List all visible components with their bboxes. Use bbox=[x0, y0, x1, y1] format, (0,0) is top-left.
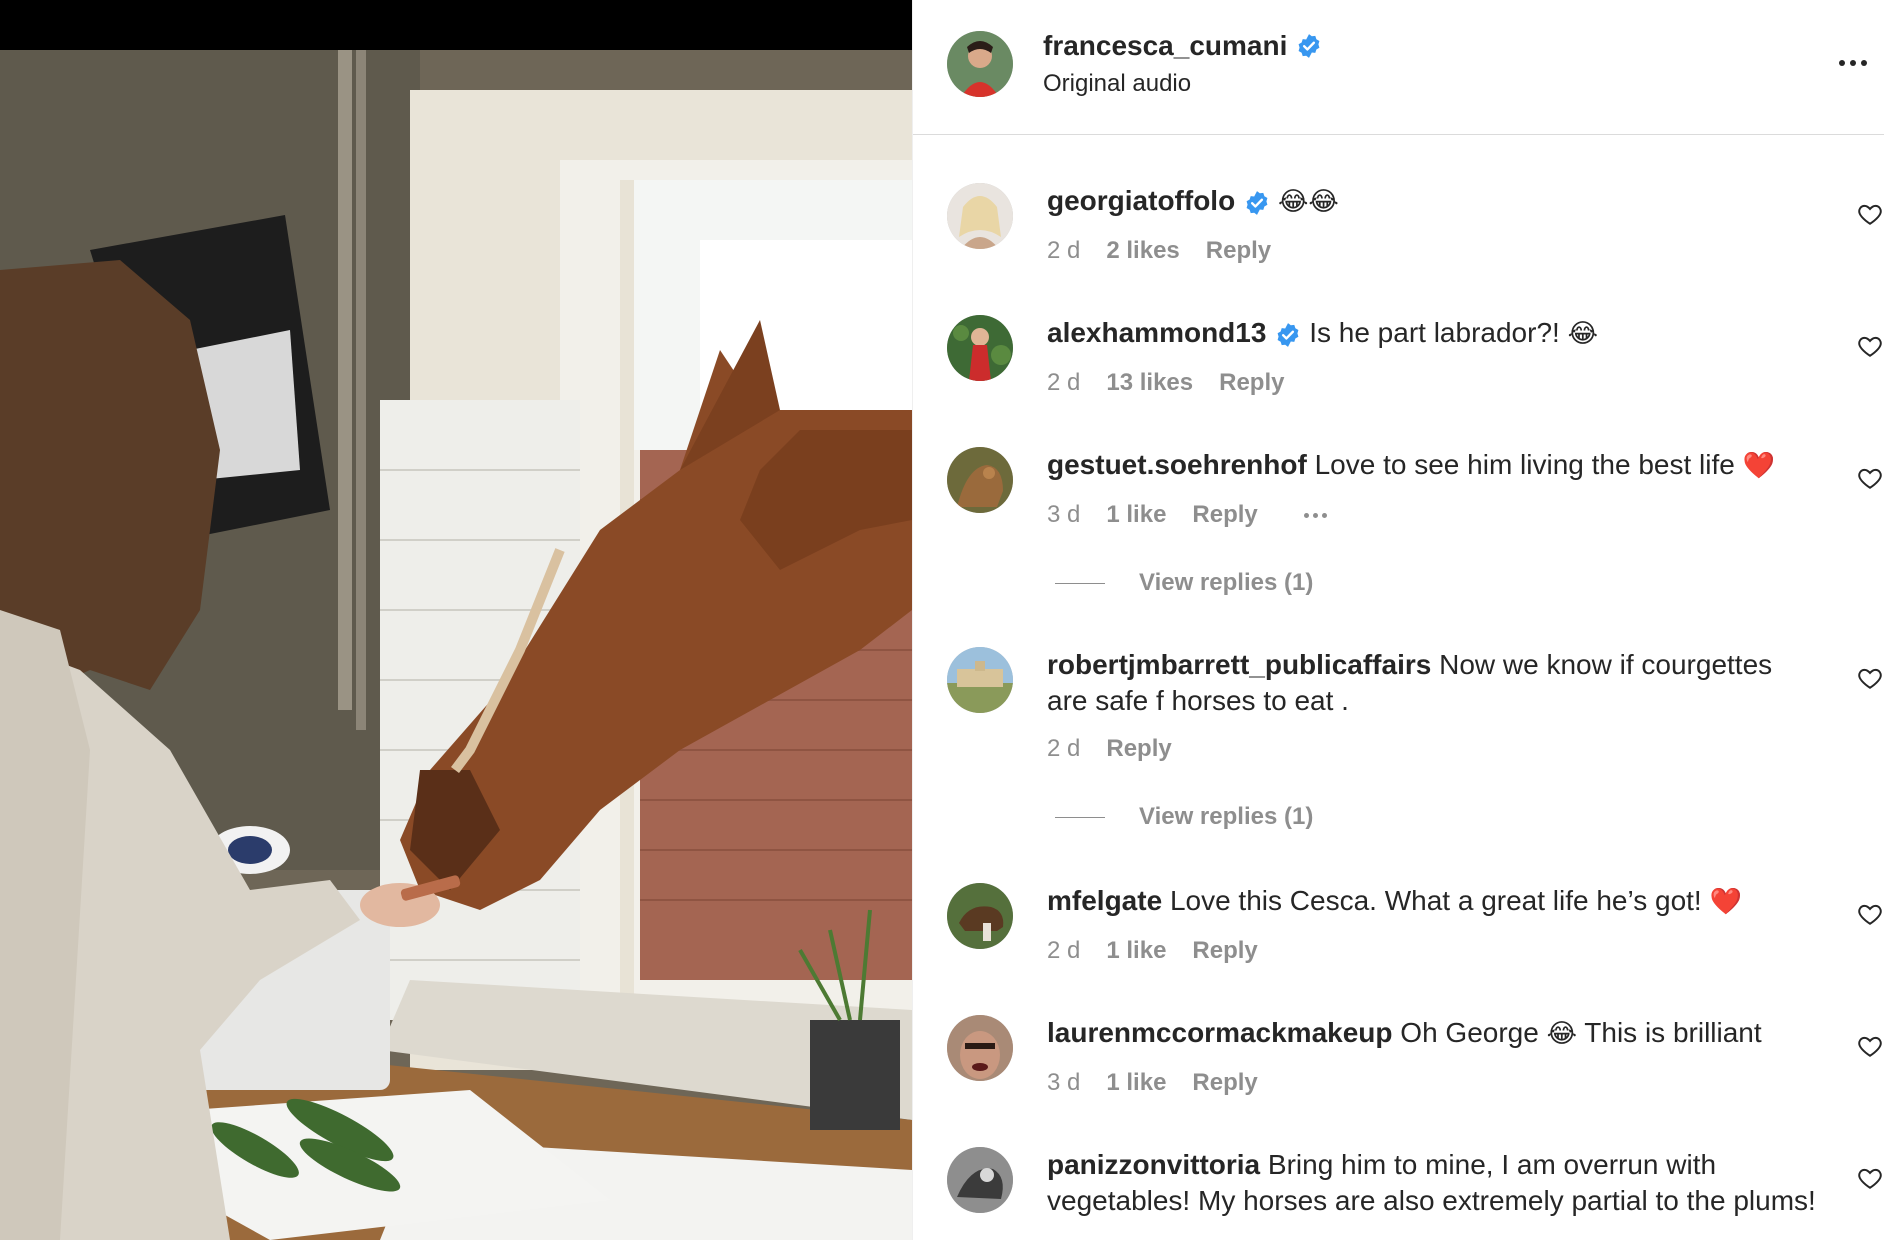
comment-likes[interactable]: 1 like bbox=[1106, 1069, 1166, 1097]
comment-username[interactable]: robertjmbarrett_publicaffairs bbox=[1047, 649, 1431, 680]
laughing-emoji-icon: 😂 bbox=[1567, 319, 1598, 349]
comment-content: laurenmccormackmakeup Oh George 😂 This i… bbox=[1047, 1015, 1817, 1052]
author-username[interactable]: francesca_cumani bbox=[1043, 30, 1287, 62]
view-replies-label[interactable]: View replies (1) bbox=[1139, 569, 1313, 597]
comment-meta: 2 d 1 like Reply bbox=[1047, 937, 1258, 965]
comment-likes[interactable]: 1 like bbox=[1106, 937, 1166, 965]
comment-time: 3 d bbox=[1047, 1069, 1081, 1096]
red-heart-emoji-icon: ❤️ bbox=[1709, 887, 1742, 917]
comment-time: 2 d bbox=[1047, 735, 1081, 762]
view-replies-button[interactable]: View replies (1) bbox=[1055, 569, 1313, 597]
author-username-row[interactable]: francesca_cumani bbox=[1043, 30, 1322, 62]
comment-item: gestuet.soehrenhof Love to see him livin… bbox=[913, 447, 1884, 607]
comment-likes[interactable]: 13 likes bbox=[1106, 369, 1193, 397]
comment-likes[interactable]: 1 like bbox=[1106, 501, 1166, 529]
media-top-bar bbox=[0, 0, 912, 50]
comment-content: panizzonvittoria Bring him to mine, I am… bbox=[1047, 1147, 1817, 1219]
comment-meta: 2 d 2 likes Reply bbox=[1047, 237, 1271, 265]
comment-item: robertjmbarrett_publicaffairs Now we kno… bbox=[913, 647, 1884, 847]
laughing-emoji-icon: 😂😂 bbox=[1277, 187, 1339, 217]
like-heart-icon[interactable] bbox=[1857, 201, 1883, 227]
reply-button[interactable]: Reply bbox=[1106, 735, 1171, 763]
comment-content: robertjmbarrett_publicaffairs Now we kno… bbox=[1047, 647, 1817, 719]
comment-username[interactable]: georgiatoffolo bbox=[1047, 185, 1235, 216]
comment-text: Oh George bbox=[1400, 1017, 1539, 1048]
comment-time: 2 d bbox=[1047, 237, 1081, 264]
reply-button[interactable]: Reply bbox=[1192, 937, 1257, 965]
comment-options-icon[interactable] bbox=[1303, 501, 1327, 529]
comment-username[interactable]: panizzonvittoria bbox=[1047, 1149, 1260, 1180]
comment-content: mfelgate Love this Cesca. What a great l… bbox=[1047, 883, 1817, 920]
comment-time: 3 d bbox=[1047, 501, 1081, 528]
comment-item: alexhammond13 Is he part labrador?! 😂 2 … bbox=[913, 315, 1884, 425]
replies-divider-line bbox=[1055, 816, 1105, 818]
comment-username[interactable]: gestuet.soehrenhof bbox=[1047, 449, 1307, 480]
post-media[interactable] bbox=[0, 0, 912, 1240]
comment-content: alexhammond13 Is he part labrador?! 😂 bbox=[1047, 315, 1817, 352]
commenter-avatar[interactable] bbox=[947, 1015, 1013, 1081]
video-frame[interactable] bbox=[0, 50, 912, 1240]
post-header: francesca_cumani Original audio bbox=[913, 0, 1884, 135]
comment-time: 2 d bbox=[1047, 937, 1081, 964]
reply-button[interactable]: Reply bbox=[1206, 237, 1271, 265]
author-avatar-image bbox=[947, 31, 1013, 97]
commenter-avatar[interactable] bbox=[947, 647, 1013, 713]
commenter-avatar[interactable] bbox=[947, 447, 1013, 513]
like-heart-icon[interactable] bbox=[1857, 1165, 1883, 1191]
video-scene bbox=[0, 50, 912, 1240]
comment-time: 2 d bbox=[1047, 369, 1081, 396]
comment-meta: 2 d 13 likes Reply bbox=[1047, 369, 1284, 397]
like-heart-icon[interactable] bbox=[1857, 465, 1883, 491]
reply-button[interactable]: Reply bbox=[1192, 1069, 1257, 1097]
like-heart-icon[interactable] bbox=[1857, 901, 1883, 927]
reply-button[interactable]: Reply bbox=[1192, 501, 1257, 529]
comment-username[interactable]: laurenmccormackmakeup bbox=[1047, 1017, 1393, 1048]
comment-meta: 3 d 1 like Reply bbox=[1047, 501, 1327, 529]
red-heart-emoji-icon: ❤️ bbox=[1742, 451, 1775, 481]
verified-icon bbox=[1296, 33, 1322, 59]
replies-divider-line bbox=[1055, 582, 1105, 584]
comment-text: Is he part labrador?! bbox=[1309, 317, 1560, 348]
like-heart-icon[interactable] bbox=[1857, 1033, 1883, 1059]
comment-item: laurenmccormackmakeup Oh George 😂 This i… bbox=[913, 1015, 1884, 1125]
comment-item: mfelgate Love this Cesca. What a great l… bbox=[913, 883, 1884, 993]
comment-item: georgiatoffolo 😂😂 2 d 2 likes Reply bbox=[913, 183, 1884, 293]
commenter-avatar[interactable] bbox=[947, 315, 1013, 381]
comment-content: georgiatoffolo 😂😂 bbox=[1047, 183, 1817, 220]
comment-username[interactable]: alexhammond13 bbox=[1047, 317, 1266, 348]
comment-text-continued: This is brilliant bbox=[1584, 1017, 1762, 1048]
view-replies-button[interactable]: View replies (1) bbox=[1055, 803, 1313, 831]
verified-icon bbox=[1244, 190, 1270, 216]
view-replies-label[interactable]: View replies (1) bbox=[1139, 803, 1313, 831]
comment-likes[interactable]: 2 likes bbox=[1106, 237, 1179, 265]
comment-meta: 2 d Reply bbox=[1047, 735, 1172, 763]
more-horizontal-icon bbox=[1839, 60, 1845, 66]
commenter-avatar[interactable] bbox=[947, 883, 1013, 949]
comment-content: gestuet.soehrenhof Love to see him livin… bbox=[1047, 447, 1817, 484]
comment-text: Love to see him living the best life bbox=[1314, 449, 1735, 480]
reply-button[interactable]: Reply bbox=[1219, 369, 1284, 397]
laughing-emoji-icon: 😂 bbox=[1546, 1019, 1577, 1049]
comment-meta: 3 d 1 like Reply bbox=[1047, 1069, 1258, 1097]
author-avatar[interactable] bbox=[947, 31, 1013, 97]
comments-panel: francesca_cumani Original audio georgiat… bbox=[912, 0, 1884, 1240]
comment-item: panizzonvittoria Bring him to mine, I am… bbox=[913, 1147, 1884, 1240]
like-heart-icon[interactable] bbox=[1857, 665, 1883, 691]
commenter-avatar[interactable] bbox=[947, 183, 1013, 249]
comment-text: Love this Cesca. What a great life he’s … bbox=[1169, 885, 1702, 916]
commenter-avatar[interactable] bbox=[947, 1147, 1013, 1213]
comment-username[interactable]: mfelgate bbox=[1047, 885, 1162, 916]
like-heart-icon[interactable] bbox=[1857, 333, 1883, 359]
more-options-button[interactable] bbox=[1833, 48, 1873, 78]
verified-icon bbox=[1275, 322, 1301, 348]
audio-label[interactable]: Original audio bbox=[1043, 70, 1191, 98]
